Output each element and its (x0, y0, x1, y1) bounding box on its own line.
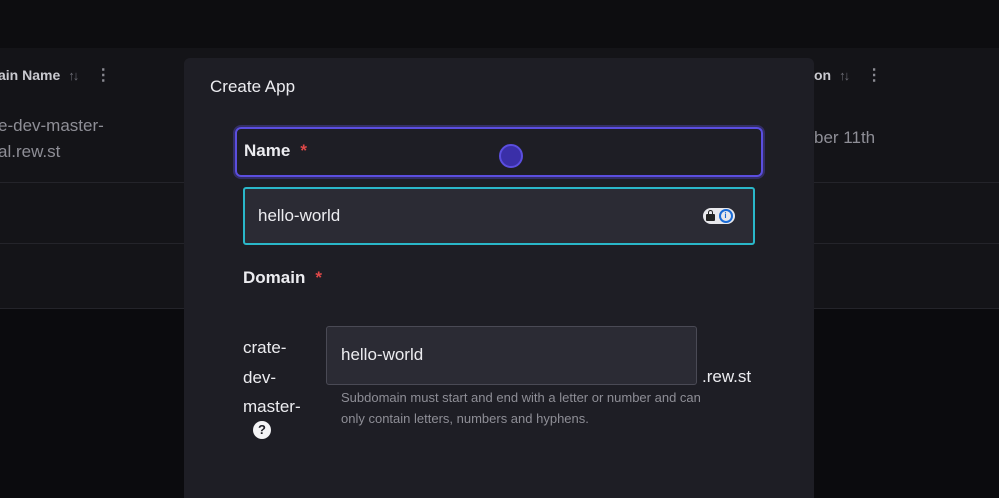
subdomain-input[interactable]: hello-world (326, 326, 697, 385)
domain-cell-line: al.rew.st (0, 142, 61, 161)
domain-prefix: crate- dev- master- (243, 333, 313, 422)
kebab-menu-icon[interactable]: ⋮ (866, 65, 882, 85)
required-mark: * (315, 268, 322, 287)
domain-label-text: Domain (243, 268, 306, 287)
domain-cell-line: e-dev-master- (0, 116, 104, 135)
domain-prefix-line: master- (243, 397, 301, 416)
pointer-cursor-indicator (499, 144, 523, 168)
kebab-menu-icon[interactable]: ⋮ (95, 65, 111, 85)
name-label: Name * (244, 141, 307, 161)
sort-icon[interactable]: ↑↓ (839, 68, 850, 83)
subdomain-input-value: hello-world (341, 345, 424, 364)
sort-icon[interactable]: ↑↓ (68, 68, 79, 83)
modal-title: Create App (210, 77, 296, 96)
required-mark: * (300, 141, 307, 160)
column-header-domain[interactable]: ain Name ↑↓ ⋮ (0, 65, 111, 85)
lock-icon (705, 209, 715, 221)
info-icon: i (718, 209, 733, 223)
domain-suffix: .rew.st (702, 367, 752, 386)
name-label-text: Name (244, 141, 291, 160)
column-header-label: on (814, 67, 832, 83)
help-icon[interactable]: ? (253, 421, 271, 439)
column-header-date[interactable]: on ↑↓ ⋮ (814, 65, 882, 85)
create-app-modal: Create App Name * hello-world i Domain *… (184, 58, 814, 498)
domain-cell: e-dev-master- al.rew.st (0, 113, 104, 165)
domain-prefix-line: crate- (243, 338, 287, 357)
column-header-label: ain Name (0, 67, 61, 83)
name-input[interactable]: hello-world i (243, 187, 755, 245)
name-input-value: hello-world (258, 206, 341, 225)
date-cell: ber 11th (814, 128, 876, 147)
domain-prefix-line: dev- (243, 367, 277, 387)
domain-label: Domain * (243, 268, 322, 288)
name-field-group[interactable]: Name * (235, 127, 763, 177)
password-manager-icon[interactable]: i (703, 208, 735, 224)
subdomain-hint: Subdomain must start and end with a lett… (341, 390, 701, 426)
top-bar (0, 0, 999, 48)
